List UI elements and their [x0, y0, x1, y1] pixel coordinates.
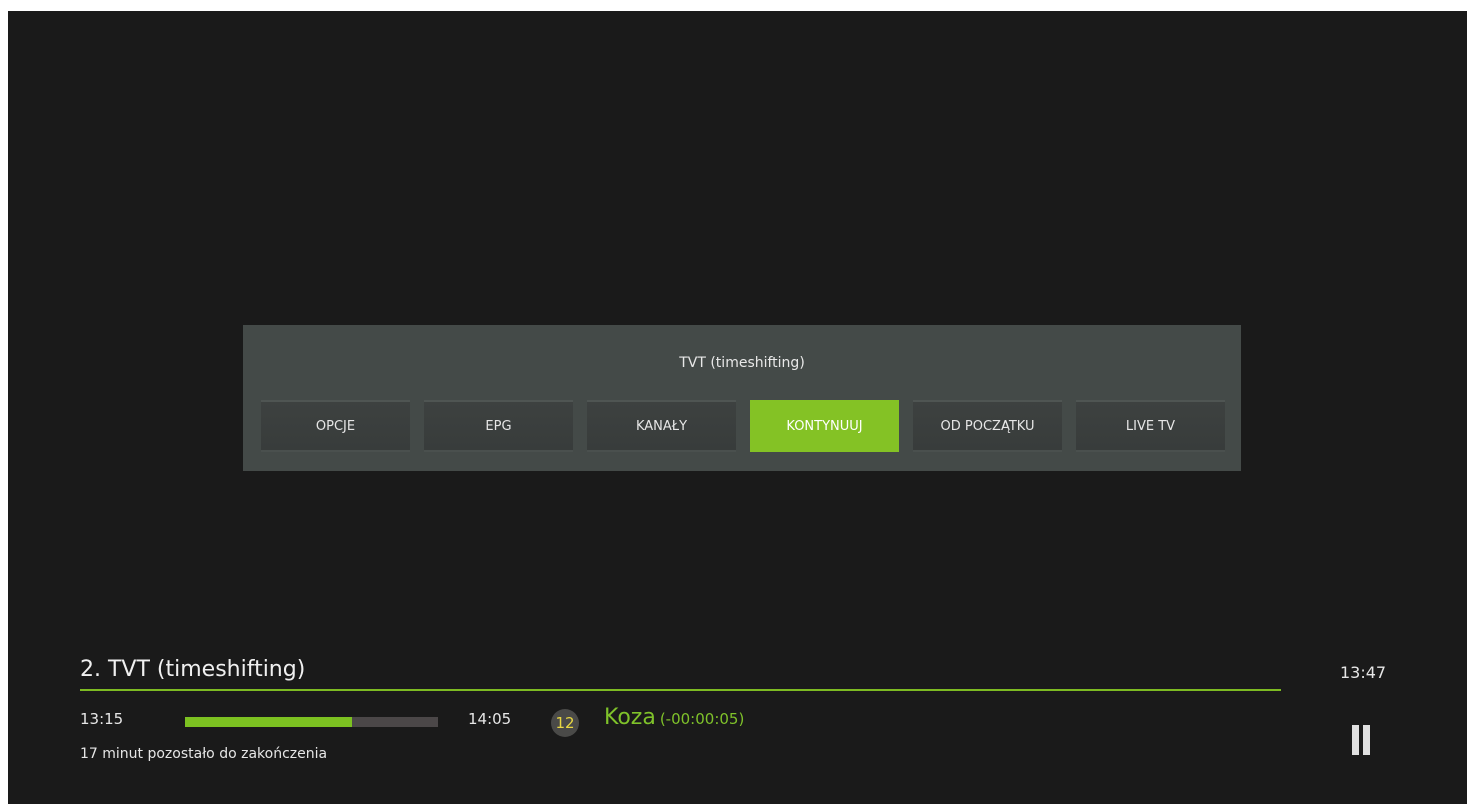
program-start-time: 13:15 — [80, 710, 124, 728]
timeshift-menu-dialog: TVT (timeshifting) OPCJE EPG KANAŁY KONT… — [243, 325, 1241, 471]
epg-button[interactable]: EPG — [424, 400, 573, 452]
channels-button[interactable]: KANAŁY — [587, 400, 736, 452]
info-divider — [80, 689, 1281, 691]
menu-title: TVT (timeshifting) — [679, 355, 805, 371]
live-tv-button[interactable]: LIVE TV — [1076, 400, 1225, 452]
program-progress-fill — [185, 717, 352, 727]
from-start-button[interactable]: OD POCZĄTKU — [913, 400, 1062, 452]
continue-button[interactable]: KONTYNUUJ — [750, 400, 899, 452]
program-end-time: 14:05 — [468, 710, 512, 728]
timeshift-offset: (-00:00:05) — [659, 710, 745, 728]
channel-title: 2. TVT (timeshifting) — [80, 657, 306, 682]
current-time: 13:47 — [1340, 663, 1387, 682]
program-progress-bar — [185, 717, 438, 727]
tv-screen: TVT (timeshifting) OPCJE EPG KANAŁY KONT… — [8, 11, 1467, 804]
remaining-time-text: 17 minut pozostało do zakończenia — [80, 746, 328, 762]
options-button[interactable]: OPCJE — [261, 400, 410, 452]
pause-icon — [1352, 725, 1370, 755]
program-name: Koza — [604, 705, 656, 730]
age-rating-badge: 12 — [551, 709, 579, 737]
menu-button-row: OPCJE EPG KANAŁY KONTYNUUJ OD POCZĄTKU L… — [261, 400, 1225, 452]
program-info: Koza (-00:00:05) — [604, 705, 744, 730]
